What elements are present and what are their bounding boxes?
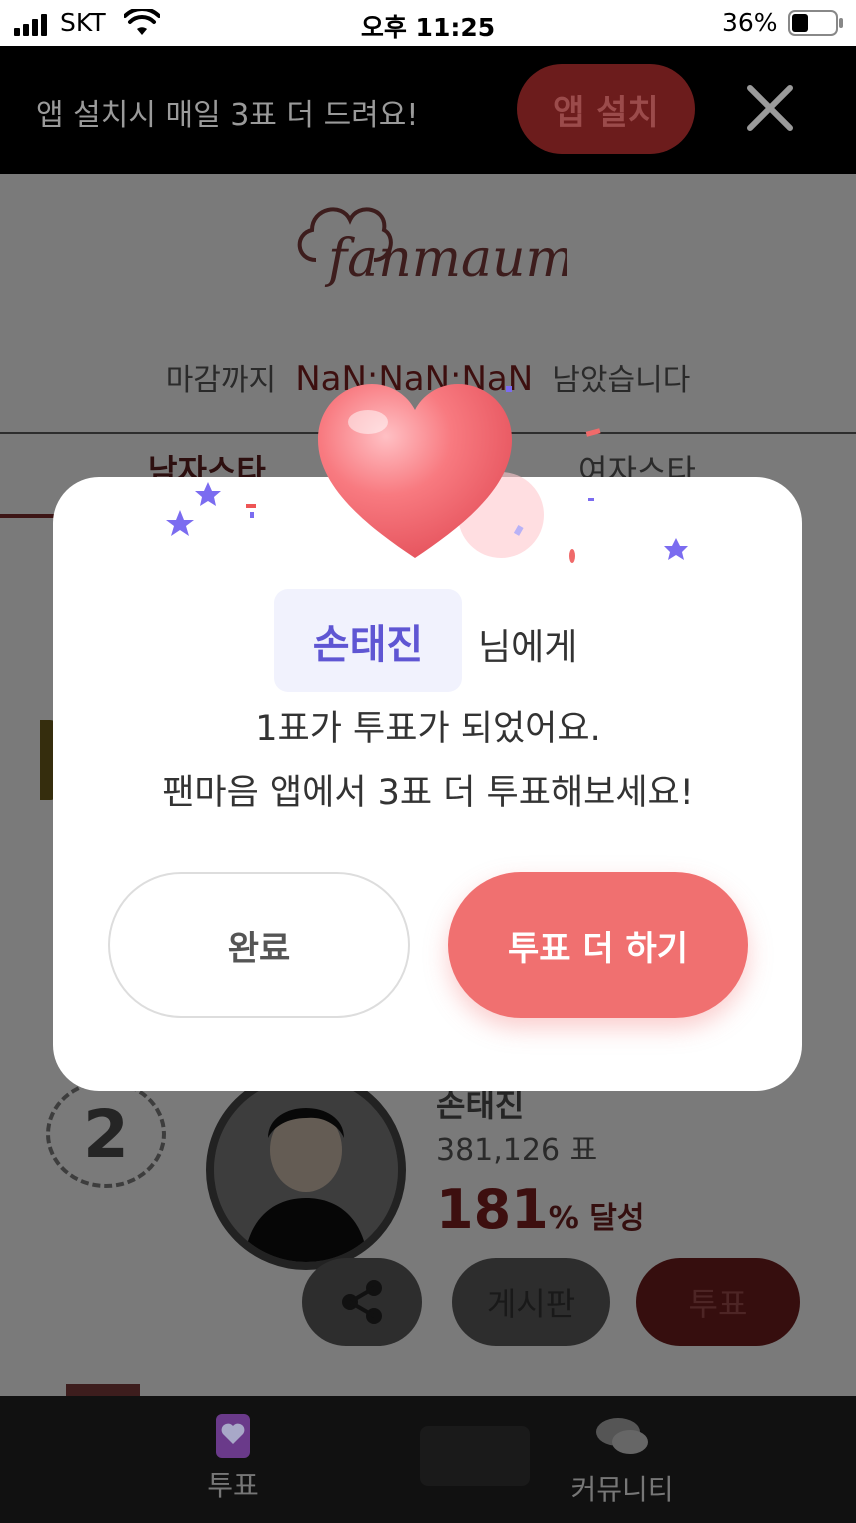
- chat-bubbles-icon: [596, 1418, 648, 1454]
- nav-community-label: 커뮤니티: [570, 1473, 674, 1506]
- install-app-button[interactable]: 앱 설치: [517, 64, 695, 154]
- battery-percent: 36%: [722, 8, 778, 37]
- done-button[interactable]: 완료: [108, 872, 410, 1018]
- status-bar: SKT 오후 11:25 36%: [0, 0, 856, 46]
- nav-vote-label: 투표: [207, 1469, 259, 1502]
- heart-card-icon: [216, 1414, 250, 1458]
- battery-icon: [788, 10, 843, 36]
- app-install-banner: 앱 설치시 매일 3표 더 드려요! 앱 설치: [0, 46, 856, 174]
- nav-vote[interactable]: 투표: [190, 1414, 276, 1504]
- nav-center-placeholder: [420, 1426, 530, 1486]
- vote-message: 1표가 투표가 되었어요.: [255, 709, 601, 749]
- close-icon[interactable]: [740, 78, 800, 138]
- recipient-suffix: 님에게: [478, 627, 578, 668]
- nav-community[interactable]: 커뮤니티: [560, 1414, 684, 1508]
- banner-text: 앱 설치시 매일 3표 더 드려요!: [36, 98, 419, 133]
- recipient-name: 손태진: [274, 589, 462, 692]
- promo-message: 팬마음 앱에서 3표 더 투표해보세요!: [162, 773, 694, 813]
- bottom-nav: 투표 커뮤니티: [0, 1396, 856, 1523]
- confetti-decoration: [166, 386, 688, 563]
- vote-more-button[interactable]: 투표 더 하기: [448, 872, 748, 1018]
